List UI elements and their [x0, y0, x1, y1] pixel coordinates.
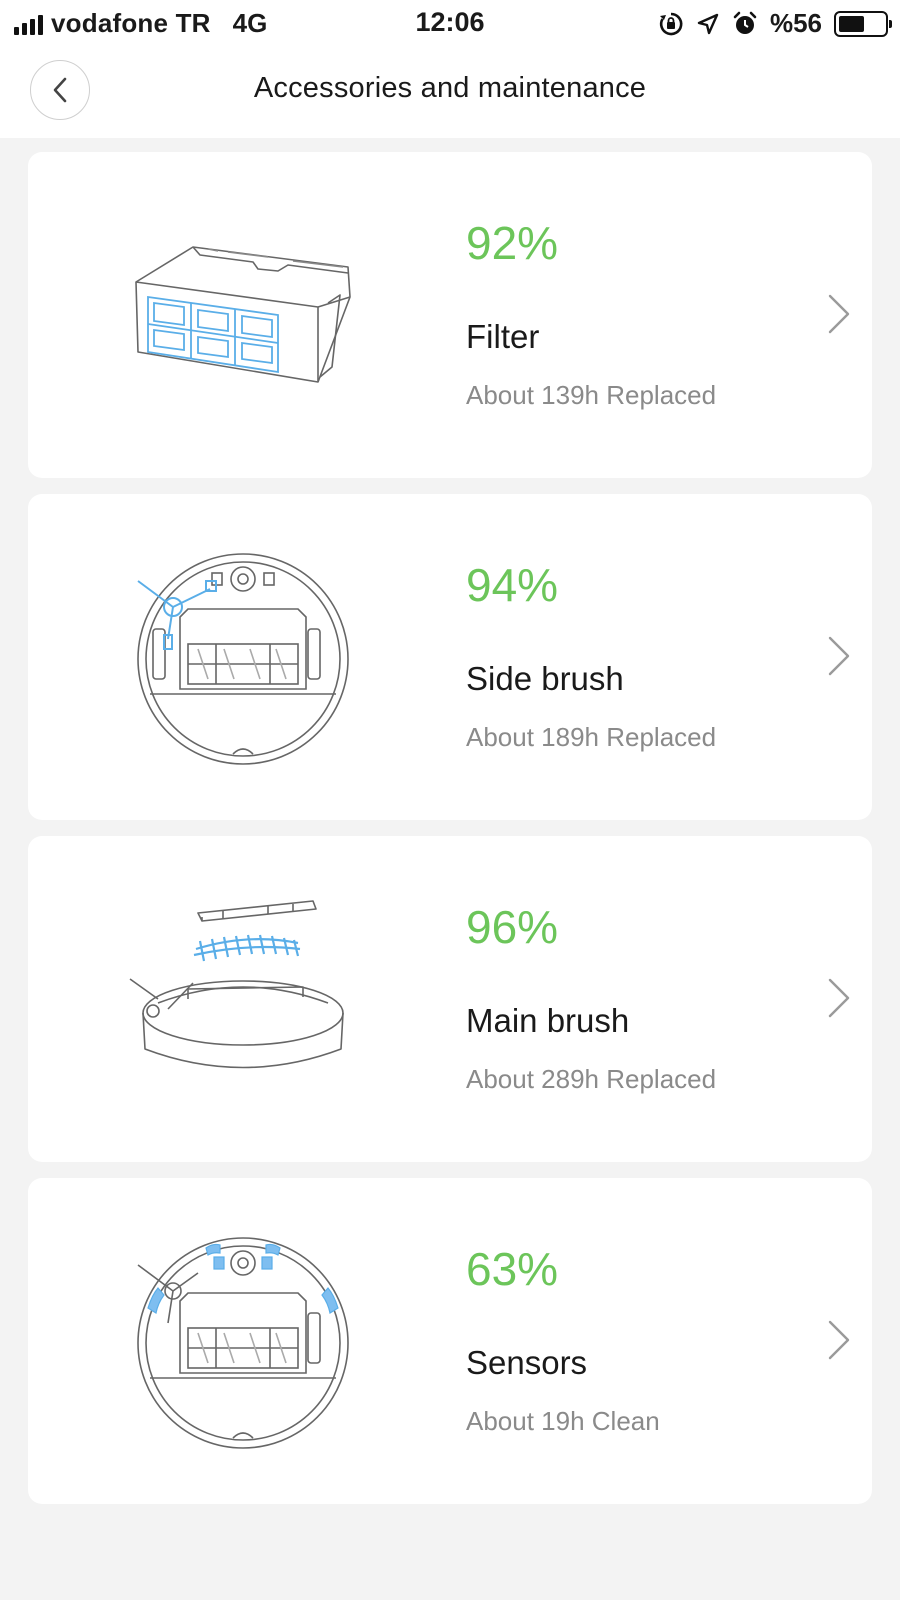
- rotation-lock-icon: [659, 12, 683, 35]
- item-percent: 63%: [466, 1243, 559, 1295]
- status-right: %56: [658, 8, 892, 39]
- item-subtitle: About 139h Replaced: [466, 380, 717, 410]
- page-title: Accessories and maintenance: [253, 72, 647, 104]
- item-subtitle: About 189h Replaced: [466, 722, 717, 752]
- header: Accessories and maintenance: [0, 46, 900, 138]
- item-percent: 94%: [466, 559, 559, 611]
- chevron-right-icon: [828, 1320, 850, 1360]
- main-brush-illustration: [128, 891, 408, 1111]
- item-name: Sensors: [466, 1344, 588, 1381]
- item-percent: 96%: [466, 901, 559, 953]
- accessory-card-filter[interactable]: 92% Filter About 139h Replaced: [28, 152, 872, 478]
- item-subtitle: About 19h Clean: [466, 1406, 660, 1436]
- alarm-icon: [733, 11, 757, 34]
- chevron-right-icon: [828, 978, 850, 1018]
- accessory-card-main-brush[interactable]: 96% Main brush About 289h Replaced: [28, 836, 872, 1162]
- item-name: Side brush: [466, 660, 624, 697]
- filter-illustration: [128, 207, 408, 427]
- accessory-card-sensors[interactable]: 63% Sensors About 19h Clean: [28, 1178, 872, 1504]
- battery-fill: [839, 15, 864, 32]
- chevron-right-icon: [828, 636, 850, 676]
- item-name: Filter: [466, 318, 540, 355]
- sensors-illustration: [128, 1233, 408, 1453]
- accessory-card-side-brush[interactable]: 94% Side brush About 189h Replaced: [28, 494, 872, 820]
- chevron-right-icon: [828, 294, 850, 334]
- location-icon: [697, 13, 719, 34]
- item-subtitle: About 289h Replaced: [466, 1064, 717, 1094]
- item-name: Main brush: [466, 1002, 630, 1039]
- side-brush-illustration: [128, 549, 408, 769]
- battery-percent: %56: [769, 8, 822, 38]
- item-percent: 92%: [466, 217, 559, 269]
- status-bar: vodafone TR 4G 12:06 %56: [0, 0, 900, 46]
- battery-icon: [834, 10, 892, 37]
